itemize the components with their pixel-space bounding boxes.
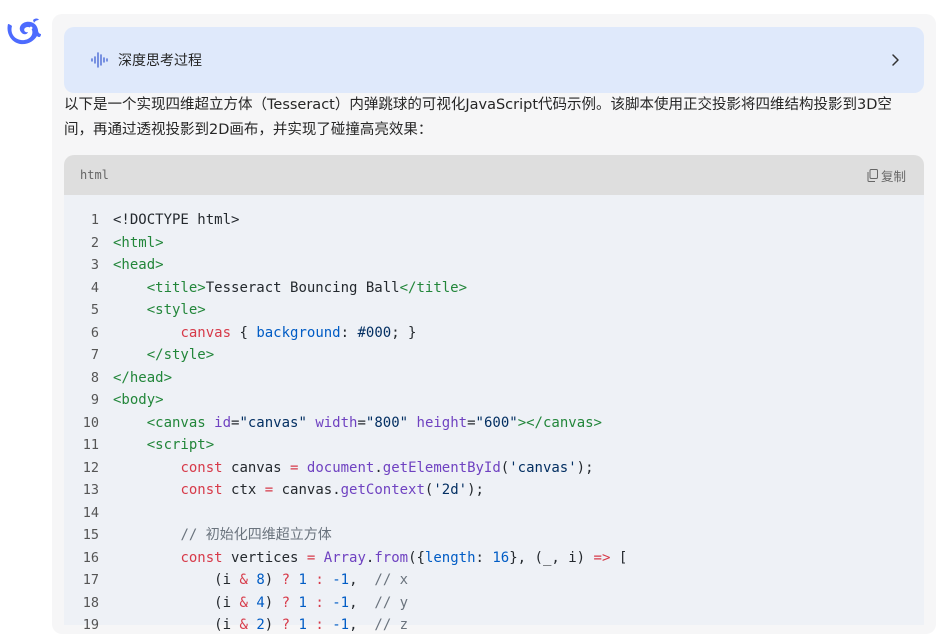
line-number: 19 [82,617,99,633]
code-text: <style> [146,302,206,318]
code-line: 3 <head> [64,254,924,277]
line-number: 8 [90,369,99,386]
line-number: 14 [82,504,99,521]
code-line: 10 <canvas id="canvas" width="800" heigh… [64,412,924,435]
deep-thinking-label: 深度思考过程 [118,53,202,69]
code-text: <title>Tesseract Bouncing Ball</title> [146,279,468,296]
line-number: 13 [82,482,99,498]
code-line: 15 // 初始化四维超立方体 [64,524,924,547]
line-number: 2 [90,234,99,251]
code-text: <canvas id="canvas" width="800" height="… [146,414,602,431]
code-text: const ctx = canvas.getContext('2d'); [180,482,484,498]
line-number: 10 [82,414,99,431]
copy-label: 复制 [880,168,906,184]
line-number: 5 [90,302,99,318]
code-line: 17 (i & 8) ? 1 : -1, // x [64,569,924,592]
code-line: 9 <body> [64,389,924,412]
line-number: 6 [90,324,99,341]
code-block-header: html 复制 [64,155,924,195]
code-language-label: html [80,168,109,182]
code-text: </style> [146,347,215,363]
line-number: 1 [90,212,99,228]
code-text: <!DOCTYPE html> [113,212,240,228]
code-line: 16 const vertices = Array.from({length: … [64,547,924,570]
copy-icon [867,168,878,182]
code-line: 12 const canvas = document.getElementByI… [64,457,924,480]
code-text: const vertices = Array.from({length: 16}… [180,549,628,566]
code-line: 11 <script> [64,434,924,457]
line-number: 9 [90,392,99,408]
code-line: 1 <!DOCTYPE html> [64,209,924,232]
code-line: 13 const ctx = canvas.getContext('2d'); [64,479,924,502]
chevron-right-icon [892,54,899,66]
code-text: canvas { background: #000; } [180,324,417,341]
code-text: <head> [113,257,164,273]
code-line: 2 <html> [64,232,924,255]
line-number: 16 [82,549,99,566]
code-text: <body> [113,392,164,408]
intro-paragraph: 以下是一个实现四维超立方体（Tesseract）内弹跳球的可视化JavaScri… [64,97,892,138]
deep-thinking-toggle[interactable]: 深度思考过程 [64,27,924,93]
code-text: // 初始化四维超立方体 [180,527,332,543]
line-number: 18 [82,594,99,611]
code-line: 7 </style> [64,344,924,367]
code-line: 6 canvas { background: #000; } [64,322,924,345]
code-text: (i & 4) ? 1 : -1, // y [113,594,409,611]
copy-button[interactable]: 复制 [867,166,906,185]
code-line: 4 <title>Tesseract Bouncing Ball</title> [64,277,924,300]
deepseek-logo-icon [7,18,41,45]
line-number: 17 [82,572,99,588]
code-text: const canvas = document.getElementById('… [180,459,594,476]
line-number: 3 [90,257,99,273]
line-number: 4 [90,279,99,296]
code-text: <script> [146,437,215,453]
code-lines: 1 <!DOCTYPE html> 2 <html> 3 <head> 4 <title>T… [64,209,924,637]
code-line: 18 (i & 4) ? 1 : -1, // y [64,592,924,615]
code-line: 5 <style> [64,299,924,322]
code-text: </head> [113,369,173,386]
code-text: (i & 2) ? 1 : -1, // z [113,617,409,633]
line-number: 7 [90,347,99,363]
line-number: 11 [82,437,99,453]
line-number: 15 [82,527,99,543]
code-line: 19 (i & 2) ? 1 : -1, // z [64,614,924,637]
line-number: 12 [82,459,99,476]
sound-wave-icon [91,52,108,68]
code-text: (i & 8) ? 1 : -1, // x [113,572,409,588]
code-line: 14 [64,502,924,525]
code-block-body: 1 <!DOCTYPE html> 2 <html> 3 <head> 4 <title>T… [64,195,924,633]
code-line: 8 </head> [64,367,924,390]
code-text: <html> [113,234,164,251]
